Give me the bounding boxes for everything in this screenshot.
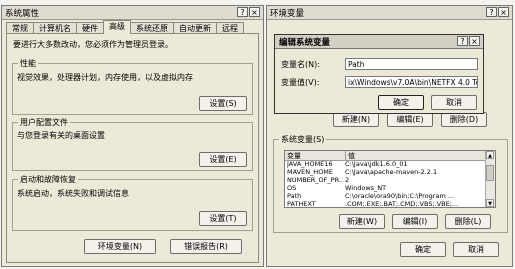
variable-name-field[interactable]: Path bbox=[345, 58, 478, 70]
startup-recovery-desc: 系统启动，系统失败和调试信息 bbox=[17, 189, 129, 198]
close-button[interactable]: × bbox=[249, 7, 260, 17]
user-edit-button[interactable]: 编辑(E) bbox=[387, 112, 433, 127]
user-profiles-desc: 与您登录有关的桌面设置 bbox=[17, 131, 105, 140]
help-button[interactable]: ? bbox=[237, 7, 248, 17]
environment-variables-button[interactable]: 环境变量(N) bbox=[84, 239, 156, 254]
startup-recovery-label: 启动和故障恢复 bbox=[18, 174, 78, 185]
table-row[interactable]: OS Windows_NT bbox=[285, 184, 486, 192]
user-profiles-group: 用户配置文件 与您登录有关的桌面设置 设置(E) bbox=[12, 117, 253, 171]
startup-settings-button[interactable]: 设置(T) bbox=[199, 211, 247, 226]
table-row[interactable]: NUMBER_OF_PR... 2 bbox=[285, 176, 486, 184]
edit-system-variable-dialog: 编辑系统变量 ? × 变量名(N): Path 变量值(V): ix\Windo… bbox=[274, 34, 484, 114]
cancel-button[interactable]: 取消 bbox=[453, 242, 499, 257]
error-reporting-button[interactable]: 错误报告(R) bbox=[170, 239, 242, 254]
dialog-cancel-button[interactable]: 取消 bbox=[431, 95, 477, 110]
performance-group: 性能 视觉效果，处理器计划，内存使用，以及虚拟内存 设置(S) bbox=[12, 58, 253, 115]
performance-desc: 视觉效果，处理器计划，内存使用，以及虚拟内存 bbox=[17, 73, 193, 82]
vertical-scrollbar[interactable]: ▲ ▼ bbox=[485, 151, 495, 207]
performance-label: 性能 bbox=[18, 58, 38, 69]
performance-settings-button[interactable]: 设置(S) bbox=[199, 96, 247, 111]
scroll-thumb[interactable] bbox=[486, 165, 494, 181]
admin-notice: 要进行大多数改动，您必须作为管理员登录。 bbox=[13, 40, 173, 49]
variable-value-field[interactable]: ix\Windows\v7.0A\bin\NETFX 4.0 Tools\ bbox=[345, 76, 478, 88]
startup-recovery-group: 启动和故障恢复 系统启动，系统失败和调试信息 设置(T) bbox=[12, 174, 253, 231]
dialog-title: 编辑系统变量 bbox=[279, 38, 331, 48]
system-edit-button[interactable]: 编辑(I) bbox=[392, 214, 438, 229]
system-delete-button[interactable]: 删除(L) bbox=[445, 214, 491, 229]
close-button[interactable]: × bbox=[498, 7, 509, 17]
table-row[interactable]: MAVEN_HOME C:\Java\apache-maven-2.2.1 bbox=[285, 168, 486, 176]
system-variables-group: 系统变量(S) 变量 值 JAVA_HOME16 C:\Java\jdk1.6.0… bbox=[273, 134, 508, 233]
table-row[interactable]: Path C:\oracle\ora90\bin;C:\Program ... bbox=[285, 192, 486, 200]
system-variables-list[interactable]: 变量 值 JAVA_HOME16 C:\Java\jdk1.6.0_01 MAVE… bbox=[284, 150, 496, 208]
variable-value-label: 变量值(V): bbox=[281, 78, 320, 87]
system-variables-label: 系统变量(S) bbox=[279, 134, 327, 145]
system-new-button[interactable]: 新建(W) bbox=[339, 214, 385, 229]
dialog-title-bar[interactable]: 编辑系统变量 ? × bbox=[275, 35, 483, 49]
user-new-button[interactable]: 新建(N) bbox=[333, 112, 379, 127]
scroll-up-icon[interactable]: ▲ bbox=[486, 151, 494, 159]
title-bar[interactable]: 环境变量 ? × bbox=[267, 6, 512, 20]
table-row[interactable]: PATHEXT .COM;.EXE;.BAT;.CMD;.VBS;.VBE;... bbox=[285, 200, 486, 207]
tab-panel: 要进行大多数改动，您必须作为管理员登录。 性能 视觉效果，处理器计划，内存使用，… bbox=[6, 33, 259, 263]
dialog-ok-button[interactable]: 确定 bbox=[378, 95, 424, 110]
user-profiles-label: 用户配置文件 bbox=[18, 117, 70, 128]
user-delete-button[interactable]: 删除(D) bbox=[441, 112, 487, 127]
window-title: 系统属性 bbox=[5, 9, 40, 19]
dialog-help-button[interactable]: ? bbox=[457, 36, 468, 46]
table-row[interactable]: JAVA_HOME16 C:\Java\jdk1.6.0_01 bbox=[285, 160, 486, 168]
ok-button[interactable]: 确定 bbox=[400, 242, 446, 257]
tab-advanced[interactable]: 高级 bbox=[103, 20, 131, 34]
window-title: 环境变量 bbox=[270, 9, 305, 19]
dialog-close-button[interactable]: × bbox=[469, 36, 480, 46]
help-button[interactable]: ? bbox=[486, 7, 497, 17]
title-bar[interactable]: 系统属性 ? × bbox=[2, 6, 263, 20]
system-properties-window: 系统属性 ? × 常规 计算机名 硬件 高级 系统还原 自动更新 远程 要进行大… bbox=[1, 5, 264, 267]
variable-name-label: 变量名(N): bbox=[281, 60, 320, 69]
user-profiles-settings-button[interactable]: 设置(E) bbox=[199, 152, 247, 167]
scroll-down-icon[interactable]: ▼ bbox=[486, 199, 494, 207]
